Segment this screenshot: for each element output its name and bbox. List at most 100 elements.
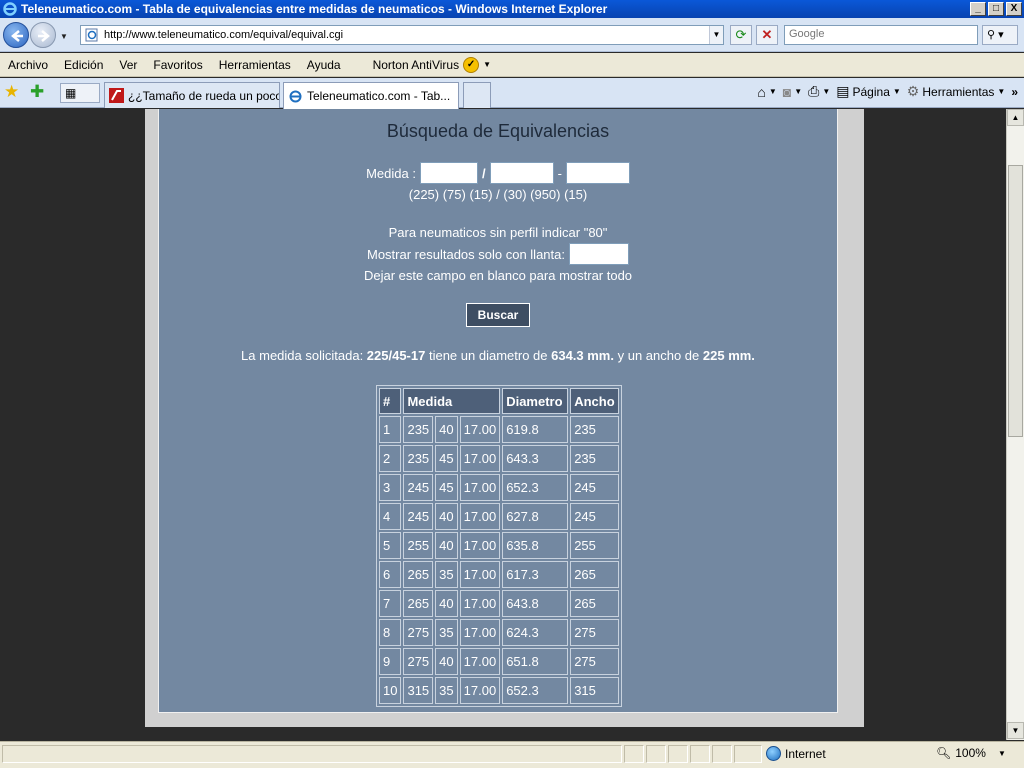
more-commands-button[interactable]: » bbox=[1011, 85, 1018, 99]
table-row: 5 255 40 17.00 635.8 255 bbox=[379, 532, 619, 559]
add-favorite-icon[interactable]: ✚ bbox=[30, 83, 44, 101]
recent-pages-dropdown-icon[interactable]: ▼ bbox=[60, 32, 68, 41]
window-title-bar: Teleneumatico.com - Tabla de equivalenci… bbox=[0, 0, 1024, 18]
norton-shield-icon: ✓ bbox=[463, 56, 480, 73]
menu-ayuda[interactable]: Ayuda bbox=[299, 58, 349, 72]
result-size: 225/45-17 bbox=[366, 348, 426, 363]
quick-tabs-button[interactable]: ▦ bbox=[60, 83, 100, 103]
minimize-button[interactable]: _ bbox=[970, 2, 986, 16]
diametro-value: 652.3 bbox=[502, 474, 569, 501]
llanta-input[interactable] bbox=[568, 243, 629, 265]
ancho-value: 255 bbox=[570, 532, 619, 559]
new-tab-button[interactable] bbox=[463, 82, 491, 108]
tab-tamano-de-rueda[interactable]: ¿¿Tamaño de rueda un poco ... bbox=[104, 82, 280, 108]
table-row: 10 315 35 17.00 652.3 315 bbox=[379, 677, 619, 704]
tab-teleneumatico[interactable]: Teleneumatico.com - Tab... ✕ bbox=[283, 82, 459, 109]
home-button[interactable]: ⌂ ▼ bbox=[757, 84, 776, 100]
menu-archivo[interactable]: Archivo bbox=[0, 58, 56, 72]
forward-button[interactable] bbox=[30, 22, 56, 48]
medida-rim: 17.00 bbox=[459, 532, 501, 559]
close-window-button[interactable]: X bbox=[1006, 2, 1022, 16]
diametro-value: 651.8 bbox=[502, 648, 569, 675]
url-text[interactable]: http://www.teleneumatico.com/equival/equ… bbox=[104, 29, 709, 41]
page-icon bbox=[85, 28, 98, 42]
medida-width: 245 bbox=[403, 503, 434, 530]
norton-antivirus-menu[interactable]: Norton AntiVirus ✓ ▼ bbox=[372, 56, 491, 73]
ancho-value: 275 bbox=[570, 619, 619, 646]
row-number: 8 bbox=[379, 619, 402, 646]
window-title: Teleneumatico.com - Tabla de equivalenci… bbox=[21, 2, 608, 16]
address-field[interactable]: http://www.teleneumatico.com/equival/equ… bbox=[80, 25, 724, 45]
vertical-scrollbar[interactable]: ▲ ▼ bbox=[1006, 109, 1024, 740]
result-width: 225 mm. bbox=[702, 348, 755, 363]
header-number: # bbox=[379, 388, 402, 414]
medida-profile: 40 bbox=[435, 416, 458, 443]
rim-input[interactable] bbox=[565, 162, 630, 184]
page-menu-label: Página bbox=[852, 84, 890, 99]
page-menu-button[interactable]: ▤ Página ▼ bbox=[836, 83, 901, 100]
norton-label: Norton AntiVirus bbox=[372, 57, 460, 72]
menu-edicion[interactable]: Edición bbox=[56, 58, 111, 72]
medida-profile: 35 bbox=[435, 561, 458, 588]
medida-width: 275 bbox=[403, 619, 434, 646]
header-ancho: Ancho bbox=[570, 388, 619, 414]
medida-row: Medida : / - bbox=[159, 162, 837, 184]
buscar-button[interactable]: Buscar bbox=[466, 303, 530, 327]
internet-explorer-icon bbox=[3, 2, 17, 16]
llanta-row: Mostrar resultados solo con llanta: bbox=[159, 243, 837, 265]
scroll-down-button[interactable]: ▼ bbox=[1007, 722, 1024, 739]
ancho-value: 235 bbox=[570, 416, 619, 443]
status-text-cell bbox=[2, 745, 622, 763]
stop-button[interactable]: ✕ bbox=[756, 25, 778, 45]
tools-menu-label: Herramientas bbox=[922, 84, 995, 99]
scroll-up-button[interactable]: ▲ bbox=[1007, 109, 1024, 126]
status-cell bbox=[734, 745, 762, 763]
medida-profile: 40 bbox=[435, 590, 458, 617]
status-bar: Internet 🔍︎ 100% ▼ bbox=[0, 741, 1024, 768]
gear-icon: ⚙ bbox=[906, 83, 920, 99]
medida-rim: 17.00 bbox=[459, 590, 501, 617]
page-frame: Búsqueda de Equivalencias Medida : / - (… bbox=[145, 109, 864, 727]
favorites-star-icon[interactable]: ★ bbox=[4, 83, 19, 101]
ancho-value: 235 bbox=[570, 445, 619, 472]
search-input[interactable]: Google bbox=[784, 25, 978, 45]
dash-separator: - bbox=[557, 165, 562, 181]
zoom-label: 100% bbox=[955, 746, 986, 760]
search-button[interactable]: ⚲ ▾ bbox=[982, 25, 1018, 45]
refresh-button[interactable]: ⟳ bbox=[730, 25, 752, 45]
medida-label: Medida : bbox=[366, 165, 416, 181]
diametro-value: 643.8 bbox=[502, 590, 569, 617]
table-row: 3 245 45 17.00 652.3 245 bbox=[379, 474, 619, 501]
scroll-thumb[interactable] bbox=[1008, 165, 1023, 437]
command-bar: ⌂ ▼ ◙ ▼ ⎙ ▼ ▤ Página ▼ ⚙ Herramientas ▼ » bbox=[757, 83, 1018, 100]
tools-menu-button[interactable]: ⚙ Herramientas ▼ bbox=[907, 83, 1006, 100]
menu-ver[interactable]: Ver bbox=[111, 58, 145, 72]
close-tab-icon[interactable]: ✕ bbox=[458, 89, 459, 103]
table-row: 4 245 40 17.00 627.8 245 bbox=[379, 503, 619, 530]
menu-bar: Archivo Edición Ver Favoritos Herramient… bbox=[0, 53, 1024, 77]
perfil-hint: Para neumaticos sin perfil indicar "80" bbox=[388, 225, 608, 240]
medida-width: 315 bbox=[403, 677, 434, 704]
format-hint: (225) (75) (15) / (30) (950) (15) bbox=[408, 187, 588, 202]
menu-herramientas[interactable]: Herramientas bbox=[211, 58, 299, 72]
security-zone[interactable]: Internet bbox=[766, 746, 826, 761]
address-dropdown-icon[interactable]: ▼ bbox=[709, 26, 723, 44]
row-number: 3 bbox=[379, 474, 402, 501]
maximize-button[interactable]: □ bbox=[988, 2, 1004, 16]
medida-rim: 17.00 bbox=[459, 648, 501, 675]
zoom-control[interactable]: 🔍︎ 100% ▼ bbox=[936, 746, 1006, 760]
print-button[interactable]: ⎙ ▼ bbox=[808, 83, 830, 100]
back-button[interactable] bbox=[3, 22, 29, 48]
ancho-value: 245 bbox=[570, 503, 619, 530]
profile-input[interactable] bbox=[489, 162, 554, 184]
zoom-dropdown-icon: ▼ bbox=[997, 748, 1006, 758]
width-input[interactable] bbox=[419, 162, 478, 184]
quick-tabs-icon: ▦ bbox=[65, 86, 77, 100]
print-icon: ⎙ bbox=[808, 83, 820, 99]
feeds-button[interactable]: ◙ ▼ bbox=[783, 84, 802, 100]
page-viewport: Búsqueda de Equivalencias Medida : / - (… bbox=[0, 109, 1006, 740]
menu-favoritos[interactable]: Favoritos bbox=[145, 58, 210, 72]
diametro-value: 643.3 bbox=[502, 445, 569, 472]
status-cell bbox=[624, 745, 644, 763]
medida-rim: 17.00 bbox=[459, 561, 501, 588]
